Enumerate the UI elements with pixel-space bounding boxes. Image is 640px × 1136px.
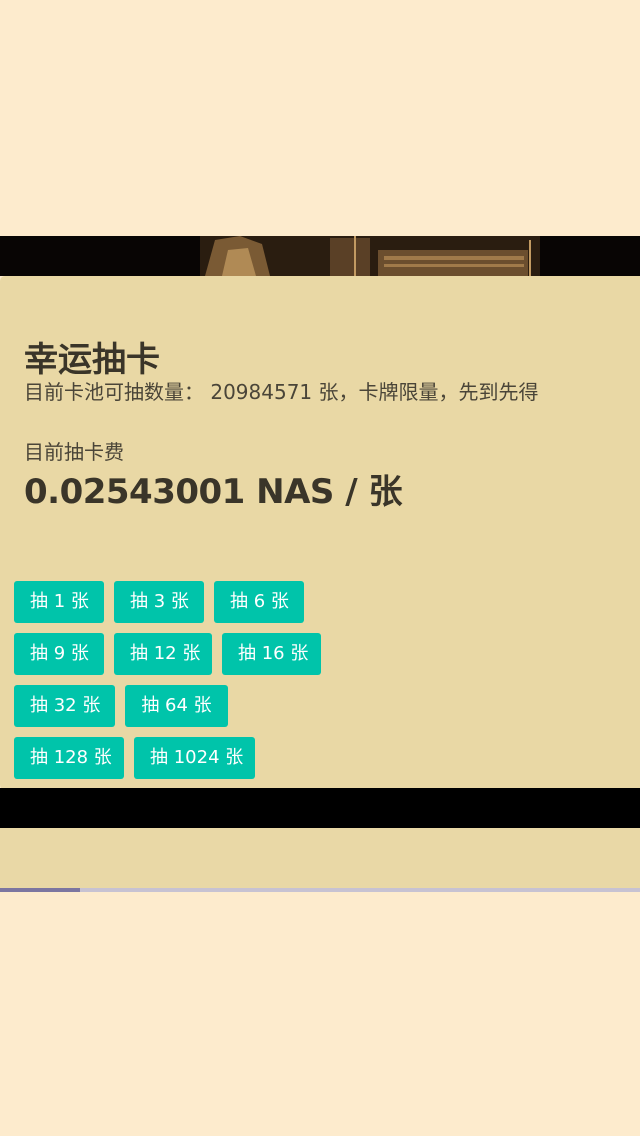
draw-9-button[interactable]: 抽 9 张 — [14, 633, 104, 675]
draw-1024-button[interactable]: 抽 1024 张 — [134, 737, 255, 779]
bottom-dark-band — [0, 788, 640, 828]
draw-16-button[interactable]: 抽 16 张 — [222, 633, 321, 675]
draw-32-button[interactable]: 抽 32 张 — [14, 685, 115, 727]
background-artwork — [0, 236, 640, 276]
button-row-4: 抽 128 张 抽 1024 张 — [14, 737, 255, 779]
lower-panel-strip — [0, 828, 640, 892]
draw-3-button[interactable]: 抽 3 张 — [114, 581, 204, 623]
top-blank-area — [0, 0, 640, 236]
lucky-draw-card: 幸运抽卡 目前卡池可抽数量： 20984571 张，卡牌限量，先到先得 目前抽卡… — [0, 276, 640, 790]
draw-1-button[interactable]: 抽 1 张 — [14, 581, 104, 623]
lower-divider-accent — [0, 888, 80, 892]
fee-value: 0.02543001 NAS / 张 — [24, 472, 403, 512]
draw-128-button[interactable]: 抽 128 张 — [14, 737, 124, 779]
button-row-1: 抽 1 张 抽 3 张 抽 6 张 — [14, 581, 304, 623]
pool-count-text: 目前卡池可抽数量： 20984571 张，卡牌限量，先到先得 — [24, 380, 539, 404]
button-row-2: 抽 9 张 抽 12 张 抽 16 张 — [14, 633, 321, 675]
draw-12-button[interactable]: 抽 12 张 — [114, 633, 212, 675]
card-title: 幸运抽卡 — [24, 340, 160, 380]
button-row-3: 抽 32 张 抽 64 张 — [14, 685, 228, 727]
fee-label: 目前抽卡费 — [24, 440, 124, 464]
draw-64-button[interactable]: 抽 64 张 — [125, 685, 228, 727]
lower-divider-line — [0, 888, 640, 892]
draw-6-button[interactable]: 抽 6 张 — [214, 581, 304, 623]
